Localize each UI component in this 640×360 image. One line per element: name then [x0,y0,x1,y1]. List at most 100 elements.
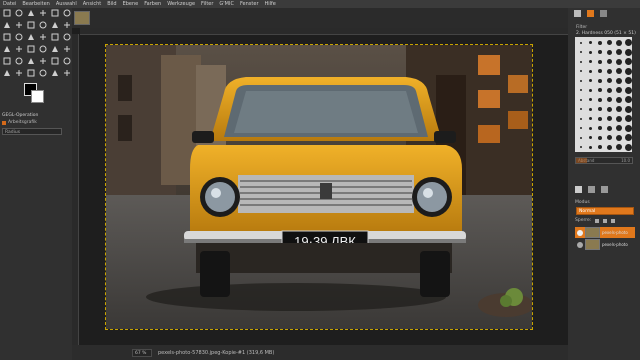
menu-item-werkzeuge[interactable]: Werkzeuge [167,0,195,8]
brush-preset[interactable] [624,133,633,142]
lock-pixels-icon[interactable] [595,218,600,223]
paths-tab-icon[interactable] [601,186,608,193]
scissors-icon[interactable] [62,8,71,17]
brush-preset[interactable] [586,95,595,104]
cage-icon[interactable] [14,44,23,53]
zoom-select[interactable]: 67 % [132,348,152,357]
airbrush-icon[interactable] [38,56,47,65]
flip-icon[interactable] [2,44,11,53]
brush-preset[interactable] [595,95,604,104]
menu-item-bild[interactable]: Bild [107,0,116,8]
menu-item-ansicht[interactable]: Ansicht [83,0,101,8]
brush-preset[interactable] [576,38,585,47]
brush-preset[interactable] [586,67,595,76]
brush-preset[interactable] [586,48,595,57]
brush-preset[interactable] [595,76,604,85]
brush-preset[interactable] [614,143,623,152]
brush-preset[interactable] [576,57,585,66]
brush-preset[interactable] [624,76,633,85]
heal-icon[interactable] [14,68,23,77]
image-canvas[interactable]: 19·39 ЛВК [105,44,533,330]
brush-preset[interactable] [586,105,595,114]
brush-preset[interactable] [614,57,623,66]
brush-preset[interactable] [576,133,585,142]
brush-preset[interactable] [605,124,614,133]
brush-preset[interactable] [605,86,614,95]
text-icon[interactable] [38,44,47,53]
brush-grid[interactable] [575,37,632,152]
menu-item-g-mic[interactable]: G'MIC [219,0,234,8]
brush-preset[interactable] [605,48,614,57]
brush-preset[interactable] [624,114,633,123]
scale-icon[interactable] [38,32,47,41]
brush-preset[interactable] [576,105,585,114]
fonts-tab-icon[interactable] [600,10,607,17]
ellipse-select-icon[interactable] [14,8,23,17]
brush-preset[interactable] [614,114,623,123]
image-tab-thumbnail[interactable] [74,11,90,25]
brush-preset[interactable] [605,114,614,123]
color-picker-icon[interactable] [26,20,35,29]
mode-select[interactable]: Normal [576,207,634,215]
blur-icon[interactable] [38,68,47,77]
brush-preset[interactable] [586,57,595,66]
brush-preset[interactable] [576,124,585,133]
perspective-clone-icon[interactable] [26,68,35,77]
free-select-icon[interactable] [26,8,35,17]
paths-icon[interactable] [14,20,23,29]
perspective-icon[interactable] [62,32,71,41]
brush-preset[interactable] [614,48,623,57]
zoom-icon[interactable] [38,20,47,29]
brush-preset[interactable] [595,105,604,114]
brush-preset[interactable] [586,86,595,95]
brush-preset[interactable] [624,86,633,95]
brush-preset[interactable] [605,76,614,85]
brush-preset[interactable] [586,124,595,133]
brush-preset[interactable] [595,67,604,76]
brush-preset[interactable] [595,86,604,95]
color-select-icon[interactable] [50,8,59,17]
clone-icon[interactable] [2,68,11,77]
layer-row[interactable]: pexels-photo [575,239,635,250]
visibility-eye-icon[interactable] [577,229,583,236]
brush-preset[interactable] [614,124,623,133]
lock-position-icon[interactable] [603,218,608,223]
menu-item-auswahl[interactable]: Auswahl [56,0,77,8]
brush-preset[interactable] [624,57,633,66]
brush-preset[interactable] [595,143,604,152]
brush-preset[interactable] [576,86,585,95]
brush-preset[interactable] [624,124,633,133]
dodge-icon[interactable] [62,68,71,77]
pencil-icon[interactable] [2,56,11,65]
layers-tab-icon[interactable] [575,186,582,193]
color-swatches[interactable] [24,83,44,103]
radius-select[interactable]: Radius [2,128,62,135]
working-image-option[interactable]: Arbeitsgrafik [2,120,68,125]
move-icon[interactable] [62,20,71,29]
brush-preset[interactable] [576,76,585,85]
menu-item-ebene[interactable]: Ebene [123,0,139,8]
spacing-slider[interactable]: Abstand 10.0 [575,157,633,164]
brush-preset[interactable] [595,57,604,66]
foreground-select-icon[interactable] [2,20,11,29]
brush-preset[interactable] [576,143,585,152]
channels-tab-icon[interactable] [588,186,595,193]
brush-preset[interactable] [586,76,595,85]
brush-preset[interactable] [624,105,633,114]
brush-preset[interactable] [624,38,633,47]
menu-item-bearbeiten[interactable]: Bearbeiten [22,0,49,8]
brush-preset[interactable] [576,67,585,76]
measure-icon[interactable] [50,20,59,29]
background-color-swatch[interactable] [31,90,44,103]
menu-item-farben[interactable]: Farben [144,0,161,8]
crop-icon[interactable] [14,32,23,41]
patterns-tab-icon[interactable] [587,10,594,17]
lock-alpha-icon[interactable] [611,218,616,223]
brush-preset[interactable] [595,124,604,133]
brush-preset[interactable] [605,133,614,142]
brush-preset[interactable] [595,38,604,47]
warp-icon[interactable] [26,44,35,53]
brush-preset[interactable] [595,48,604,57]
vertical-ruler[interactable] [72,34,79,345]
brush-preset[interactable] [605,38,614,47]
